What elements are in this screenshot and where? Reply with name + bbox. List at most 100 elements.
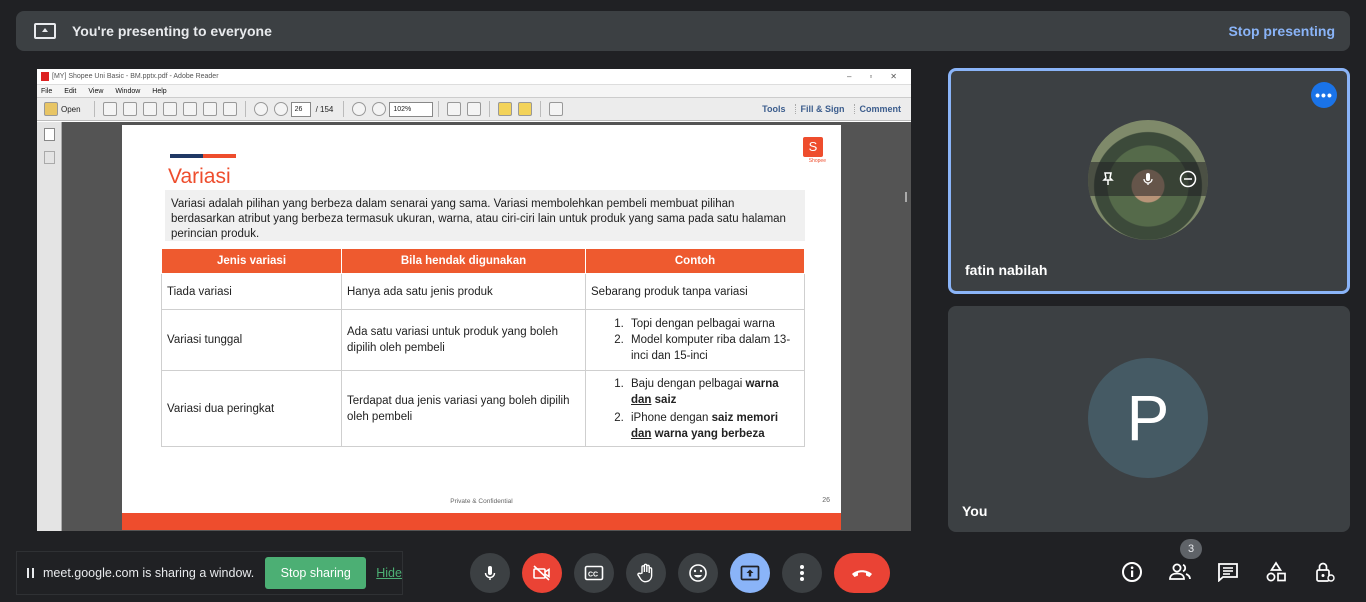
host-controls-button[interactable] xyxy=(1312,560,1336,584)
fit-width-icon[interactable] xyxy=(467,102,482,116)
more-options-button[interactable] xyxy=(782,553,822,593)
hang-up-icon xyxy=(852,570,872,577)
emoji-icon xyxy=(689,564,707,582)
activities-button[interactable] xyxy=(1264,560,1288,584)
slide-page-number: 26 xyxy=(822,497,830,504)
participants-count-badge: 3 xyxy=(1180,539,1202,559)
fit-page-icon[interactable] xyxy=(447,102,462,116)
list-item: Topi dengan pelbagai warna xyxy=(627,316,799,332)
presenting-banner: You're presenting to everyone Stop prese… xyxy=(16,11,1350,51)
tab-fill-sign[interactable]: Fill & Sign xyxy=(795,104,848,114)
edit-icon[interactable] xyxy=(142,102,157,116)
pages-panel-icon[interactable] xyxy=(43,128,55,141)
table-row: Tiada variasi Hanya ada satu jenis produ… xyxy=(161,273,805,310)
save-icon[interactable] xyxy=(182,102,197,116)
table-cell: Sebarang produk tanpa variasi xyxy=(585,273,805,310)
meeting-details-button[interactable] xyxy=(1120,560,1144,584)
drag-handle-icon[interactable] xyxy=(27,568,34,578)
page-up-icon[interactable] xyxy=(253,102,268,116)
tab-tools[interactable]: Tools xyxy=(758,104,789,114)
reader-document-area: S Shopee Variasi Variasi adalah pilihan … xyxy=(37,122,911,531)
reader-menubar: File Edit View Window Help xyxy=(37,85,911,97)
export-pdf-icon[interactable] xyxy=(122,102,137,116)
hand-icon xyxy=(637,563,653,583)
info-icon xyxy=(1122,562,1142,582)
table-row: Variasi tunggal Ada satu variasi untuk p… xyxy=(161,309,805,371)
shared-window: [MY] Shopee Uni Basic - BM.pptx.pdf - Ad… xyxy=(37,69,911,531)
create-pdf-icon[interactable] xyxy=(102,102,117,116)
print-icon[interactable] xyxy=(202,102,217,116)
participants-button[interactable] xyxy=(1168,560,1192,584)
reader-right-tabs: Tools Fill & Sign Comment xyxy=(758,104,905,114)
reader-sidebar xyxy=(37,122,62,531)
table-cell: Terdapat dua jenis variasi yang boleh di… xyxy=(341,370,586,447)
shapes-icon xyxy=(1266,561,1286,582)
pin-icon[interactable] xyxy=(1098,169,1118,189)
zoom-select[interactable]: 102% xyxy=(389,101,434,117)
chat-button[interactable] xyxy=(1216,560,1240,584)
captions-icon: CC xyxy=(584,565,604,581)
emoji-reaction-button[interactable] xyxy=(678,553,718,593)
table-cell: Variasi dua peringkat xyxy=(161,370,342,447)
share-notice-text: meet.google.com is sharing a window. xyxy=(43,566,255,580)
microphone-icon[interactable] xyxy=(1138,169,1158,189)
camera-off-button[interactable] xyxy=(522,553,562,593)
table-cell: Topi dengan pelbagai warna Model kompute… xyxy=(585,309,805,371)
page-total: / 154 xyxy=(315,104,334,114)
pdf-icon xyxy=(41,72,49,81)
table-cell: Variasi tunggal xyxy=(161,309,342,371)
menu-file[interactable]: File xyxy=(41,88,52,95)
hide-link[interactable]: Hide xyxy=(376,566,402,580)
zoom-in-icon[interactable] xyxy=(372,102,387,116)
people-icon xyxy=(1169,563,1191,580)
stop-presenting-button[interactable]: Stop presenting xyxy=(1228,23,1335,39)
minimize-icon[interactable]: – xyxy=(847,72,851,81)
close-icon[interactable]: ✕ xyxy=(890,72,897,81)
page-number-input[interactable]: 26 xyxy=(290,101,311,117)
list-item: Model komputer riba dalam 13-inci dan 15… xyxy=(627,332,799,364)
shopee-logo: S xyxy=(803,137,823,157)
raise-hand-button[interactable] xyxy=(626,553,666,593)
present-now-button[interactable] xyxy=(730,553,770,593)
slide-description: Variasi adalah pilihan yang berbeza dala… xyxy=(165,190,805,241)
highlight-icon[interactable] xyxy=(518,102,533,116)
remove-icon[interactable] xyxy=(1178,169,1198,189)
captions-button[interactable]: CC xyxy=(574,553,614,593)
open-button[interactable]: Open xyxy=(61,105,81,114)
page-down-icon[interactable] xyxy=(273,102,288,116)
cloud-upload-icon[interactable] xyxy=(162,102,177,116)
menu-window[interactable]: Window xyxy=(115,88,140,95)
participant-tile-you[interactable]: P You xyxy=(948,306,1350,532)
table-cell: Tiada variasi xyxy=(161,273,342,310)
menu-view[interactable]: View xyxy=(88,88,103,95)
menu-help[interactable]: Help xyxy=(152,88,166,95)
table-header: Contoh xyxy=(585,248,805,274)
screen-share-notice: meet.google.com is sharing a window. Sto… xyxy=(16,551,403,595)
zoom-out-icon[interactable] xyxy=(352,102,367,116)
email-icon[interactable] xyxy=(222,102,237,116)
tile-hover-actions xyxy=(1088,162,1208,196)
stop-sharing-button[interactable]: Stop sharing xyxy=(265,557,367,589)
microphone-button[interactable] xyxy=(470,553,510,593)
participant-tile-fatin[interactable]: ••• fatin nabilah xyxy=(948,68,1350,294)
maximize-icon[interactable]: ▫ xyxy=(869,72,872,81)
table-cell: Ada satu variasi untuk produk yang boleh… xyxy=(341,309,586,371)
folder-icon[interactable] xyxy=(44,102,58,116)
more-options-button[interactable]: ••• xyxy=(1311,82,1337,108)
menu-edit[interactable]: Edit xyxy=(64,88,76,95)
tab-comment[interactable]: Comment xyxy=(854,104,905,114)
signature-icon[interactable] xyxy=(43,151,55,164)
svg-text:CC: CC xyxy=(588,572,598,579)
more-vert-icon xyxy=(800,565,804,581)
leave-call-button[interactable] xyxy=(834,553,890,593)
avatar xyxy=(1088,120,1208,240)
table-row: Variasi dua peringkat Terdapat dua jenis… xyxy=(161,370,805,447)
shopee-logo-text: Shopee xyxy=(808,158,826,164)
scrollbar[interactable] xyxy=(905,192,907,202)
table-header: Bila hendak digunakan xyxy=(341,248,586,274)
lock-person-icon xyxy=(1316,562,1335,582)
pdf-slide-page: S Shopee Variasi Variasi adalah pilihan … xyxy=(122,125,841,530)
banner-title: You're presenting to everyone xyxy=(72,23,272,39)
fullscreen-icon[interactable] xyxy=(549,102,564,116)
comment-icon[interactable] xyxy=(498,102,513,116)
